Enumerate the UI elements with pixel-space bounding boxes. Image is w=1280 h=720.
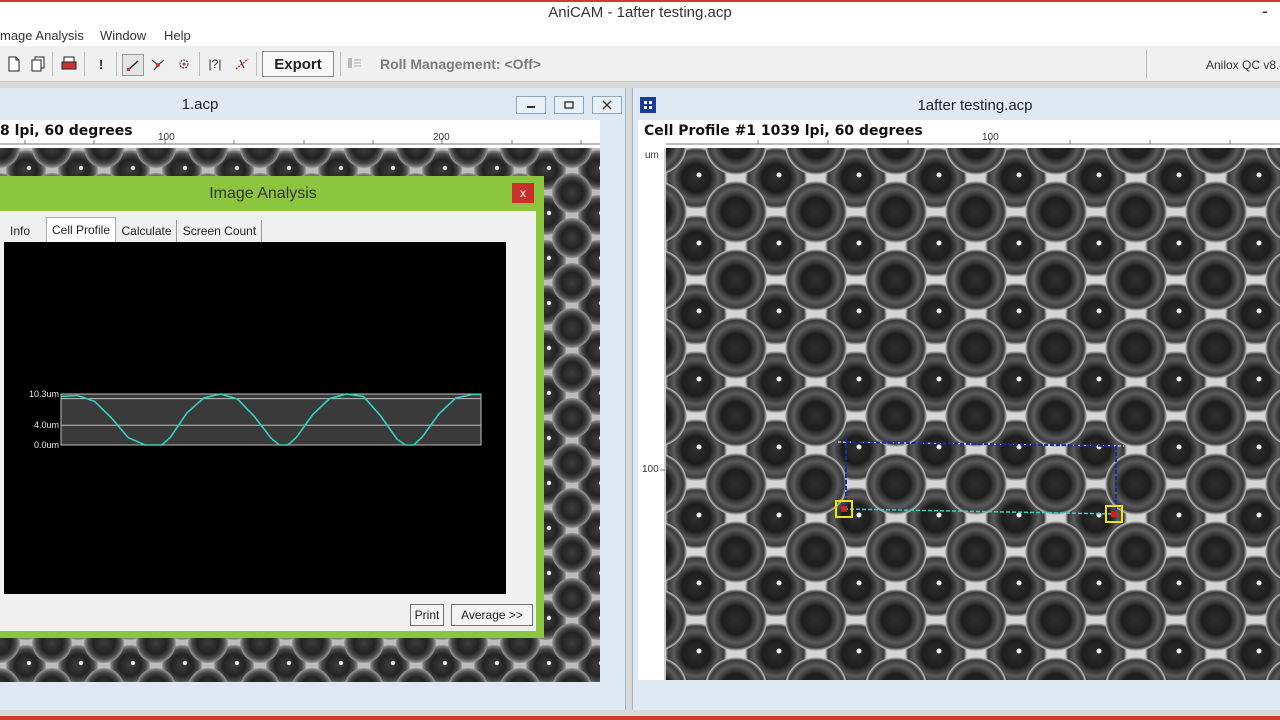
menu-bar: mage Analysis Window Help — [0, 26, 1280, 46]
right-vertical-ruler: um 100 — [638, 148, 666, 680]
line-measure-icon[interactable] — [122, 54, 144, 76]
left-minimize-button[interactable] — [516, 96, 546, 114]
left-image-header: 8 lpi, 60 degrees — [0, 123, 133, 139]
print-icon[interactable] — [59, 54, 79, 74]
toolbar-separator — [116, 52, 117, 76]
right-cell-image[interactable] — [666, 148, 1280, 680]
reset-icon[interactable] — [232, 54, 252, 74]
help-query-icon[interactable]: |?| — [205, 54, 225, 74]
app-title: AniCAM - 1after testing.acp — [548, 4, 732, 21]
multi-point-icon[interactable] — [148, 54, 168, 74]
y-tick-label: 0.0um — [34, 440, 59, 450]
toolbar-separator — [52, 52, 53, 76]
tab-cell-profile[interactable]: Cell Profile — [46, 217, 116, 242]
ruler-tick-label: 200 — [433, 132, 450, 143]
roll-management-status: Roll Management: <Off> — [380, 56, 542, 72]
dialog-close-button[interactable]: x — [512, 183, 534, 203]
new-file-icon[interactable] — [4, 54, 24, 74]
menu-window[interactable]: Window — [100, 28, 146, 43]
left-window-title: 1.acp — [181, 96, 219, 113]
profile-plot-svg: 10.3um 4.0um 0.0um — [29, 389, 482, 450]
right-window-title: 1after testing.acp — [917, 97, 1033, 114]
cell-profile-chart: 10.3um 4.0um 0.0um — [4, 242, 506, 594]
left-restore-button[interactable] — [554, 96, 584, 114]
cell-detect-icon[interactable] — [174, 54, 194, 74]
toolbar-separator — [84, 52, 85, 76]
alert-icon[interactable]: ! — [91, 54, 111, 74]
ruler-tick-label: 100 — [982, 132, 999, 143]
measure-end-marker — [1111, 511, 1117, 517]
measure-start-marker — [841, 506, 847, 512]
ruler-tick-label: 100 — [158, 132, 175, 143]
tab-info[interactable]: Info — [0, 220, 40, 242]
window-bottom-border — [0, 716, 1280, 720]
toolbar-separator — [256, 52, 257, 76]
average-button[interactable]: Average >> — [451, 604, 533, 626]
roll-management-icon — [347, 56, 363, 72]
toolbar-separator — [199, 52, 200, 76]
tab-screen-count[interactable]: Screen Count — [178, 220, 262, 242]
menu-image-analysis[interactable]: mage Analysis — [0, 28, 84, 43]
plot-y-labels: 10.3um 4.0um 0.0um — [29, 389, 59, 450]
tab-calculate[interactable]: Calculate — [117, 220, 177, 242]
y-tick-label: 10.3um — [29, 389, 59, 399]
minimize-button[interactable]: - — [1262, 1, 1268, 22]
toolbar-separator — [340, 52, 341, 76]
right-image-header: Cell Profile #1 1039 lpi, 60 degrees — [644, 123, 923, 139]
y-tick-label: 4.0um — [34, 420, 59, 430]
toolbar: ! |?| Export Roll Management: <Off> Anil… — [0, 46, 1280, 82]
export-button[interactable]: Export — [262, 51, 334, 77]
print-button[interactable]: Print — [410, 604, 444, 626]
left-close-button[interactable] — [592, 96, 622, 114]
menu-help[interactable]: Help — [164, 28, 191, 43]
version-label: Anilox QC v8.4 — [1206, 58, 1280, 72]
dialog-title: Image Analysis — [209, 185, 317, 202]
copy-files-icon[interactable] — [28, 54, 48, 74]
